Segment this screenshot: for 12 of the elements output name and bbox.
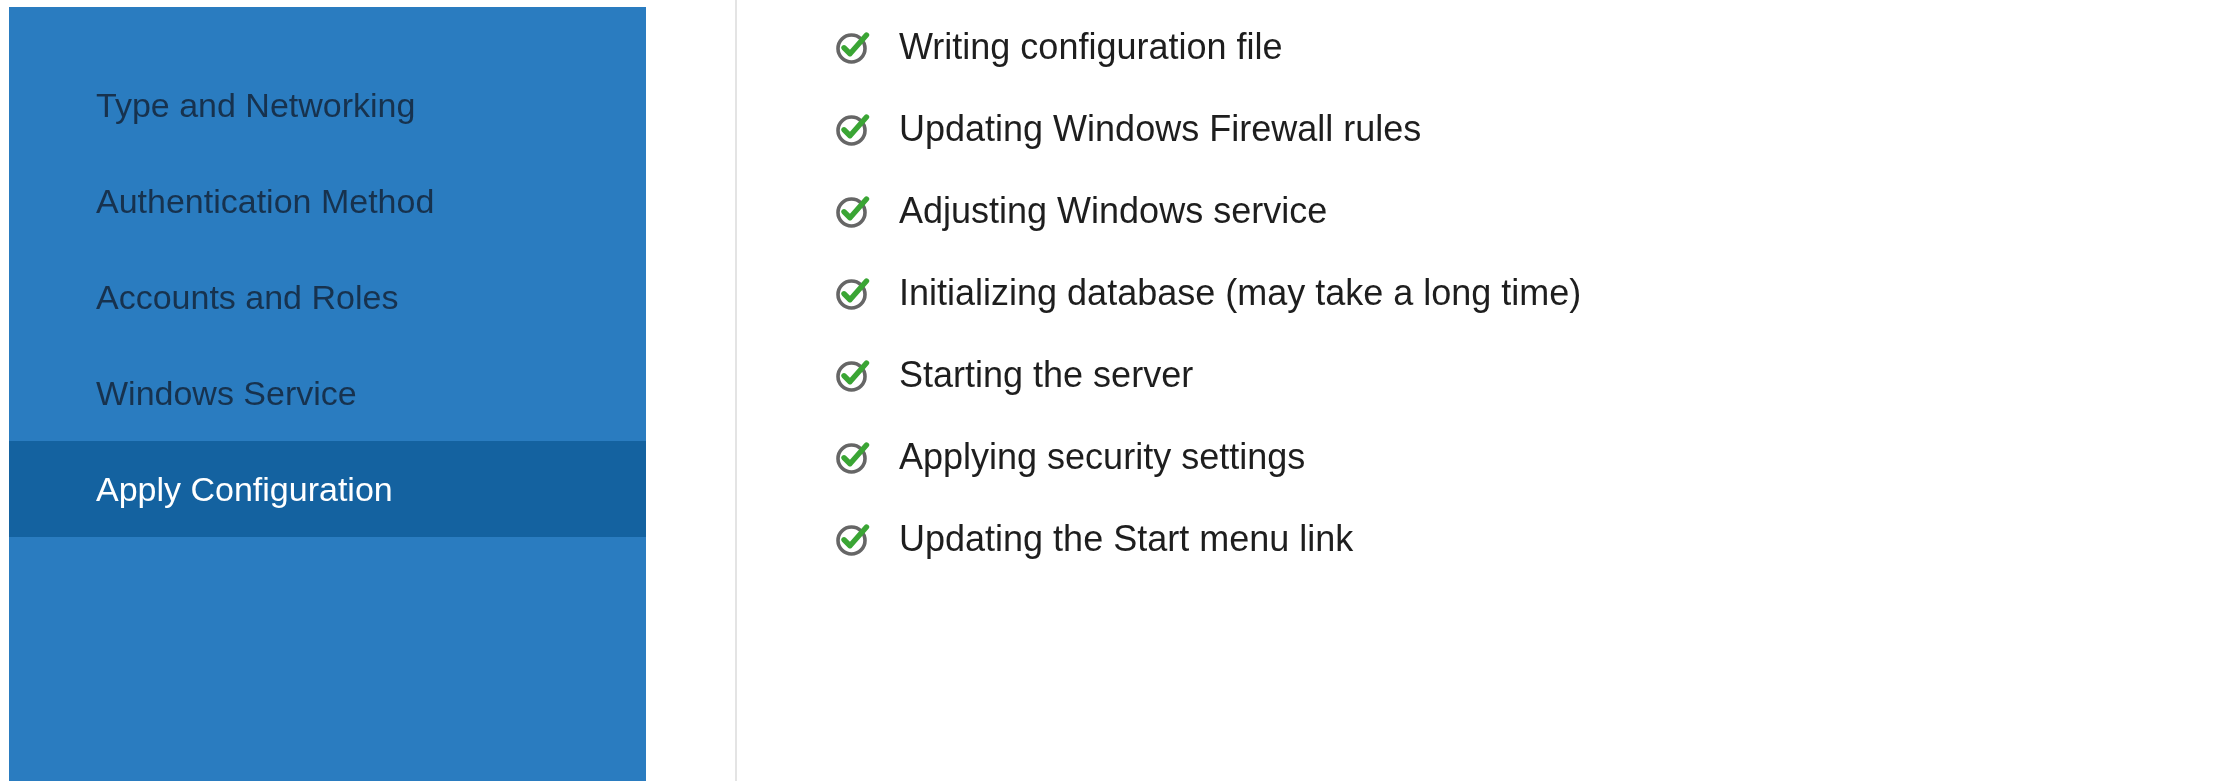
step-label: Adjusting Windows service	[899, 190, 1328, 232]
step-label: Writing configuration file	[899, 26, 1283, 68]
step-label: Updating Windows Firewall rules	[899, 108, 1422, 150]
step-label: Starting the server	[899, 354, 1194, 396]
sidebar-item[interactable]: Accounts and Roles	[9, 249, 646, 345]
sidebar-item[interactable]: Apply Configuration	[9, 441, 646, 537]
step-label: Updating the Start menu link	[899, 518, 1354, 560]
step-label: Initializing database (may take a long time)	[899, 272, 1582, 314]
sidebar-item[interactable]: Type and Networking	[9, 57, 646, 153]
sidebar-item[interactable]: Authentication Method	[9, 153, 646, 249]
step-label: Applying security settings	[899, 436, 1306, 478]
sidebar-item[interactable]: Windows Service	[9, 345, 646, 441]
